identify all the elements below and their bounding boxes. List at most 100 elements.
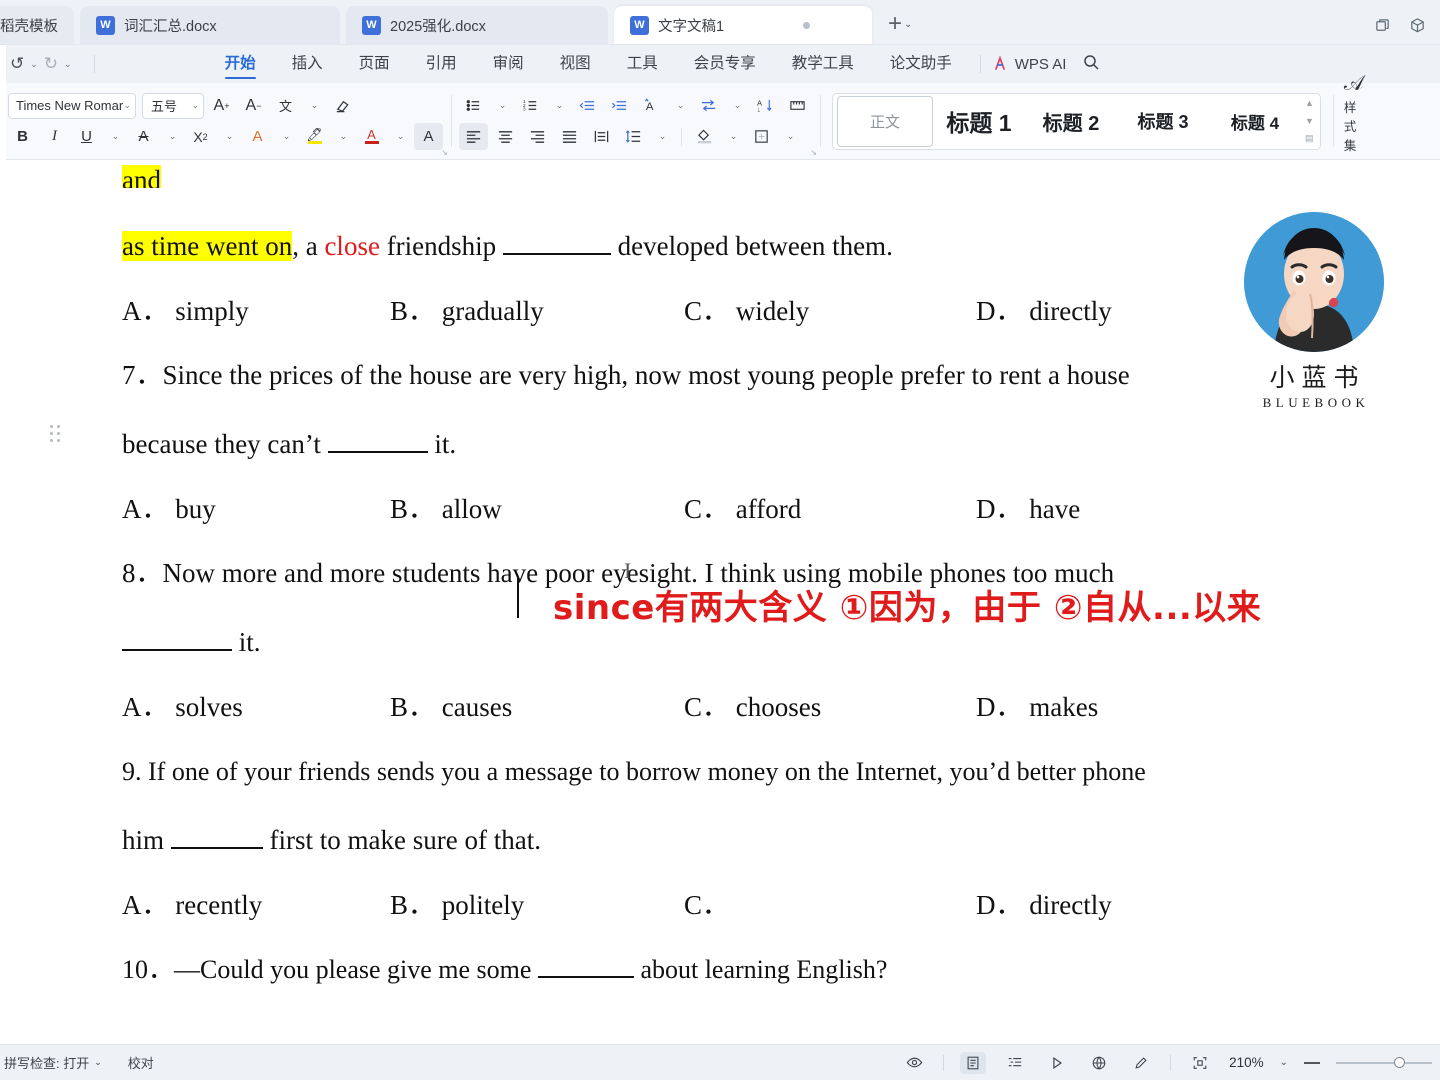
numbered-list-button[interactable]: 123 <box>516 92 545 119</box>
q9-option-c: C． <box>684 890 730 920</box>
asian-layout-button[interactable]: A <box>637 92 666 119</box>
increase-font-size-button[interactable]: A + <box>207 92 236 119</box>
text-effects-dropdown-icon[interactable]: ⌄ <box>275 123 297 150</box>
style-expand-icon[interactable]: ▤ <box>1305 133 1314 144</box>
numbered-list-dropdown-icon[interactable]: ⌄ <box>548 92 570 119</box>
clear-formatting-button[interactable] <box>328 92 357 119</box>
zoom-slider-knob[interactable] <box>1394 1056 1405 1068</box>
chevron-down-icon[interactable]: ⌄ <box>904 19 912 30</box>
undo-icon[interactable]: ↺ <box>8 54 26 74</box>
font-family-selector[interactable]: Times New Romar ⌄ <box>8 92 136 119</box>
svg-text:↓: ↓ <box>757 105 761 114</box>
line-spacing-button[interactable] <box>619 123 648 150</box>
menu-tab-tools[interactable]: 工具 <box>609 45 676 83</box>
underline-dropdown-icon[interactable]: ⌄ <box>104 123 126 150</box>
menu-tab-member[interactable]: 会员专享 <box>676 45 774 83</box>
font-color-button[interactable]: A <box>357 123 386 150</box>
bold-button[interactable]: B <box>8 123 37 150</box>
style-heading-4[interactable]: 标题 4 <box>1209 96 1301 147</box>
paragraph-dialog-launcher-icon[interactable]: ↘ <box>810 148 817 157</box>
web-layout-view-button[interactable] <box>1086 1052 1112 1074</box>
spellcheck-status[interactable]: 拼写检查: 打开 ⌄ <box>4 1053 102 1072</box>
font-size-selector[interactable]: 五号 ⌄ <box>142 92 204 119</box>
phonetic-guide-button[interactable]: 文 <box>271 92 300 119</box>
style-scroll-up-icon[interactable]: ▲ <box>1305 98 1314 108</box>
menu-tab-insert[interactable]: 插入 <box>274 45 341 83</box>
increase-indent-button[interactable] <box>605 92 634 119</box>
highlight-color-button[interactable]: 🖊 <box>300 123 329 150</box>
undo-dropdown-icon[interactable]: ⌄ <box>30 59 38 70</box>
italic-button[interactable]: I <box>40 123 69 150</box>
zoom-slider[interactable] <box>1336 1056 1432 1068</box>
tab-document-1[interactable]: W 词汇汇总.docx <box>80 6 340 44</box>
zoom-out-button[interactable] <box>1304 1061 1320 1064</box>
font-dialog-launcher-icon[interactable]: ↘ <box>441 148 448 157</box>
style-normal[interactable]: 正文 <box>837 95 933 147</box>
document-canvas[interactable]: and as time went on, a close friendship … <box>0 160 1440 1044</box>
text-effects-button[interactable]: A <box>243 123 272 150</box>
superscript-dropdown-icon[interactable]: ⌄ <box>218 123 240 150</box>
align-center-button[interactable] <box>491 123 520 150</box>
align-left-button[interactable] <box>459 123 488 150</box>
tab-docer-template[interactable]: 稻壳模板 <box>0 6 74 44</box>
bullet-list-dropdown-icon[interactable]: ⌄ <box>491 92 513 119</box>
underline-button[interactable]: U <box>72 123 101 150</box>
show-formatting-marks-button[interactable] <box>783 92 812 119</box>
paragraph-drag-handle[interactable] <box>50 425 62 443</box>
menu-tab-review[interactable]: 审阅 <box>475 45 542 83</box>
proofread-button[interactable]: 校对 <box>128 1053 154 1072</box>
zoom-dropdown-icon[interactable]: ⌄ <box>1280 1057 1288 1068</box>
menu-tab-reference[interactable]: 引用 <box>408 45 475 83</box>
style-heading-1[interactable]: 标题 1 <box>933 96 1025 147</box>
strikethrough-button[interactable]: A <box>129 123 158 150</box>
eye-preview-icon[interactable] <box>901 1052 927 1074</box>
decrease-font-size-button[interactable]: A − <box>239 92 268 119</box>
wps-ai-button[interactable]: WPS AI <box>991 55 1066 73</box>
shading-button[interactable] <box>690 123 719 150</box>
q6-end: developed between them. <box>610 231 893 261</box>
search-icon[interactable] <box>1082 53 1100 76</box>
sort-button[interactable]: A ↓ <box>751 92 780 119</box>
style-set-button[interactable]: 𝒜 样式集 ⌄ <box>1332 73 1375 169</box>
restore-window-icon[interactable] <box>1374 17 1391 34</box>
page-layout-view-button[interactable] <box>960 1051 987 1074</box>
quick-access-more-icon[interactable]: ⌄ <box>64 59 72 70</box>
menu-tab-thesis-helper[interactable]: 论文助手 <box>872 45 970 83</box>
document-page[interactable]: and as time went on, a close friendship … <box>0 160 1440 1044</box>
distribute-button[interactable] <box>587 123 616 150</box>
highlight-color-dropdown-icon[interactable]: ⌄ <box>332 123 354 150</box>
menu-tab-teaching[interactable]: 教学工具 <box>774 45 872 83</box>
ink-annotation-button[interactable] <box>1128 1052 1154 1074</box>
redo-icon[interactable]: ↻ <box>42 54 60 74</box>
q7-option-d: D． have <box>976 494 1081 524</box>
cube-3d-icon[interactable] <box>1409 17 1426 34</box>
superscript-button[interactable]: X2 <box>186 123 215 150</box>
text-direction-dropdown-icon[interactable]: ⌄ <box>726 92 748 119</box>
justify-button[interactable] <box>555 123 584 150</box>
strikethrough-dropdown-icon[interactable]: ⌄ <box>161 123 183 150</box>
read-mode-button[interactable] <box>1044 1052 1070 1074</box>
phonetic-guide-dropdown-icon[interactable]: ⌄ <box>303 92 325 119</box>
menu-tab-start[interactable]: 开始 <box>207 45 274 83</box>
borders-dropdown-icon[interactable]: ⌄ <box>779 123 801 150</box>
asian-layout-dropdown-icon[interactable]: ⌄ <box>669 92 691 119</box>
decrease-indent-button[interactable] <box>573 92 602 119</box>
bullet-list-button[interactable] <box>459 92 488 119</box>
line-spacing-dropdown-icon[interactable]: ⌄ <box>651 123 673 150</box>
style-heading-2[interactable]: 标题 2 <box>1025 96 1117 147</box>
style-heading-3[interactable]: 标题 3 <box>1117 96 1209 147</box>
borders-button[interactable] <box>747 123 776 150</box>
menu-tab-view[interactable]: 视图 <box>542 45 609 83</box>
align-right-button[interactable] <box>523 123 552 150</box>
shading-dropdown-icon[interactable]: ⌄ <box>722 123 744 150</box>
new-tab-button[interactable]: + ⌄ <box>878 12 918 44</box>
fit-page-button[interactable] <box>1187 1052 1213 1074</box>
tab-document-2[interactable]: W 2025强化.docx <box>346 6 608 44</box>
text-direction-button[interactable] <box>694 92 723 119</box>
tab-document-3-active[interactable]: W 文字文稿1 <box>614 6 872 44</box>
menu-tab-page[interactable]: 页面 <box>341 45 408 83</box>
font-color-dropdown-icon[interactable]: ⌄ <box>389 123 411 150</box>
outline-view-button[interactable] <box>1002 1052 1028 1074</box>
style-scroll-down-icon[interactable]: ▼ <box>1305 116 1314 126</box>
character-shading-button[interactable]: A <box>414 123 443 150</box>
